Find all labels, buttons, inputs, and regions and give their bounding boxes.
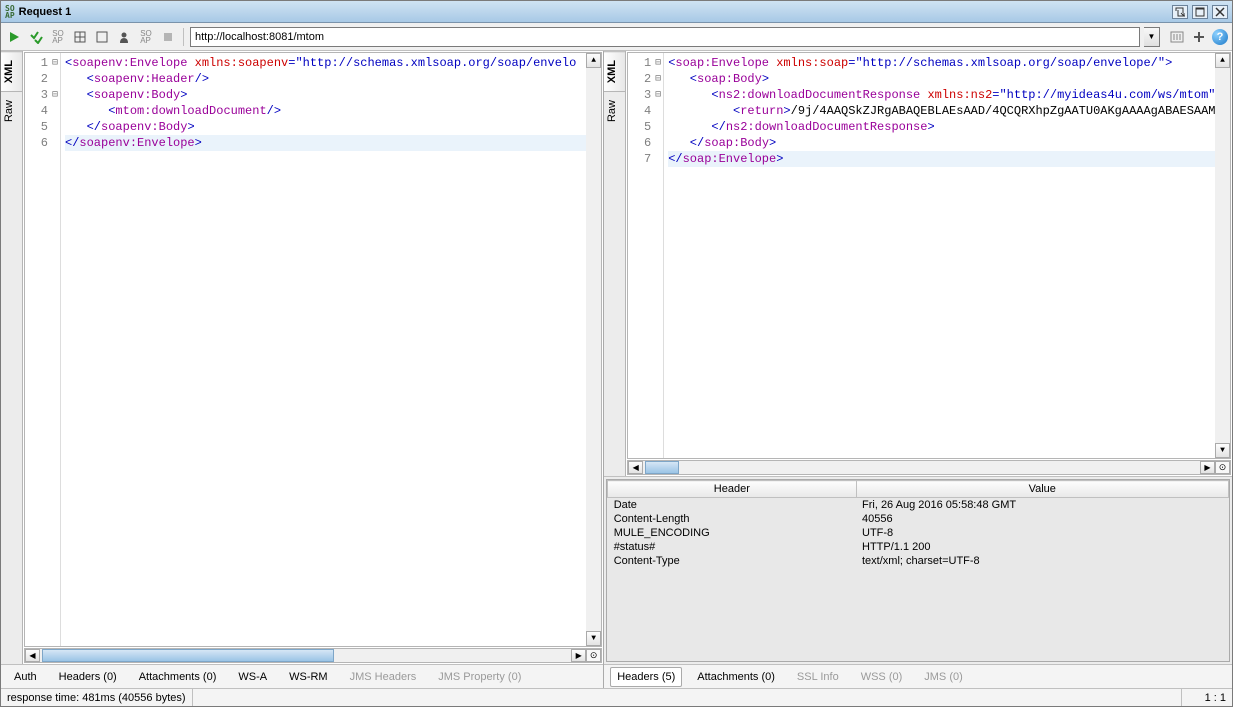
code-line[interactable]: <soapenv:Header/> [65,71,597,87]
restore-out-icon[interactable] [1172,5,1188,19]
user-icon[interactable] [115,28,133,46]
request-bottom-tabs: Auth Headers (0) Attachments (0) WS-A WS-RM J… [1,664,603,688]
request-pane: XML Raw 123456 <soapenv:Envelope xmlns:s… [1,51,604,688]
tab-wss-0-: WSS (0) [854,667,910,687]
endpoint-url-input[interactable] [190,27,1140,47]
response-bottom-tabs: Headers (5) Attachments (0) SSL Info WSS (0… [604,664,1232,688]
code-line[interactable]: </ns2:downloadDocumentResponse> [668,119,1226,135]
add-assertion-button[interactable] [27,28,45,46]
table-cell: Date [608,498,856,513]
header-col-value[interactable]: Value [856,481,1229,498]
code-line[interactable]: <soap:Body> [668,71,1226,87]
request-tab-xml[interactable]: XML [1,51,22,91]
url-dropdown-button[interactable]: ▼ [1144,27,1160,47]
submit-button[interactable] [5,28,23,46]
tab-ws-rm[interactable]: WS-RM [282,667,335,687]
close-icon[interactable] [1212,5,1228,19]
tab-jms-0-: JMS (0) [917,667,970,687]
table-cell: Content-Type [608,554,856,568]
response-headers-panel: Header Value DateFri, 26 Aug 2016 05:58:… [604,476,1232,688]
table-row[interactable]: #status#HTTP/1.1 200 [608,540,1229,554]
response-vscroll[interactable]: ▲▼ [1215,53,1230,458]
maximize-icon[interactable] [1192,5,1208,19]
statusbar: response time: 481ms (40556 bytes) 1 : 1 [1,688,1232,706]
request-code-editor[interactable]: 123456 <soapenv:Envelope xmlns:soapenv="… [24,52,602,647]
toolbar-separator [183,28,184,46]
code-line[interactable]: </soap:Body> [668,135,1226,151]
table-cell: UTF-8 [856,526,1229,540]
code-line[interactable]: <soapenv:Body> [65,87,597,103]
response-headers-table[interactable]: Header Value DateFri, 26 Aug 2016 05:58:… [607,480,1229,568]
zoom-icon[interactable]: ⊙ [1215,461,1230,474]
request-side-tabs: XML Raw [1,51,23,664]
tab-attachments-0-[interactable]: Attachments (0) [132,667,224,687]
code-line[interactable]: </soap:Envelope> [668,151,1226,167]
tab-jms-property-0-: JMS Property (0) [431,667,528,687]
soap-tool2-icon[interactable]: SOAP [137,28,155,46]
request-hscroll[interactable]: ◀ ▶ ⊙ [24,648,602,663]
tab-headers-5-[interactable]: Headers (5) [610,667,682,687]
status-cursor-pos: 1 : 1 [1182,689,1232,706]
help-icon[interactable]: ? [1212,29,1228,45]
recreate-request-icon[interactable] [71,28,89,46]
table-cell: MULE_ENCODING [608,526,856,540]
response-tab-raw[interactable]: Raw [604,91,625,130]
zoom-icon[interactable]: ⊙ [586,649,601,662]
tab-headers-0-[interactable]: Headers (0) [52,667,124,687]
table-row[interactable]: DateFri, 26 Aug 2016 05:58:48 GMT [608,498,1229,513]
request-vscroll[interactable]: ▲▼ [586,53,601,646]
code-line[interactable]: </soapenv:Envelope> [65,135,597,151]
soap-icon: SOAP [5,5,15,19]
status-response-time: response time: 481ms (40556 bytes) [1,689,193,706]
request-tab-raw[interactable]: Raw [1,91,22,130]
code-line[interactable]: <soap:Envelope xmlns:soap="http://schema… [668,55,1226,71]
request-window: SOAP Request 1 SOAP [0,0,1233,707]
response-pane: XML Raw 1234567 <soap:Envelope xmlns:soa… [604,51,1232,688]
status-spacer-cell [1132,689,1182,706]
wsi-icon[interactable] [1168,28,1186,46]
main-split: XML Raw 123456 <soapenv:Envelope xmlns:s… [1,51,1232,688]
table-cell: 40556 [856,512,1229,526]
table-row[interactable]: Content-Typetext/xml; charset=UTF-8 [608,554,1229,568]
add-icon[interactable] [1190,28,1208,46]
toolbar: SOAP SOAP ▼ ? [1,23,1232,51]
table-row[interactable]: Content-Length40556 [608,512,1229,526]
stop-button[interactable] [159,28,177,46]
tab-ws-a[interactable]: WS-A [231,667,274,687]
titlebar: SOAP Request 1 [1,1,1232,23]
table-row[interactable]: MULE_ENCODINGUTF-8 [608,526,1229,540]
response-tab-xml[interactable]: XML [604,51,625,91]
header-col-name[interactable]: Header [608,481,856,498]
code-line[interactable]: <mtom:downloadDocument/> [65,103,597,119]
empty-request-icon[interactable] [93,28,111,46]
tab-jms-headers: JMS Headers [343,667,424,687]
table-cell: HTTP/1.1 200 [856,540,1229,554]
tab-ssl-info: SSL Info [790,667,846,687]
code-line[interactable]: <soapenv:Envelope xmlns:soapenv="http://… [65,55,597,71]
response-side-tabs: XML Raw [604,51,626,476]
response-code-editor[interactable]: 1234567 <soap:Envelope xmlns:soap="http:… [627,52,1231,459]
table-cell: text/xml; charset=UTF-8 [856,554,1229,568]
tab-auth[interactable]: Auth [7,667,44,687]
code-line[interactable]: <ns2:downloadDocumentResponse xmlns:ns2=… [668,87,1226,103]
table-cell: #status# [608,540,856,554]
soap-tool-icon[interactable]: SOAP [49,28,67,46]
code-line[interactable]: </soapenv:Body> [65,119,597,135]
window-title: Request 1 [19,6,72,18]
table-cell: Content-Length [608,512,856,526]
tab-attachments-0-[interactable]: Attachments (0) [690,667,782,687]
code-line[interactable]: <return>/9j/4AAQSkZJRgABAQEBLAEsAAD/4QCQ… [668,103,1226,119]
response-hscroll[interactable]: ◀ ▶ ⊙ [627,460,1231,475]
table-cell: Fri, 26 Aug 2016 05:58:48 GMT [856,498,1229,513]
